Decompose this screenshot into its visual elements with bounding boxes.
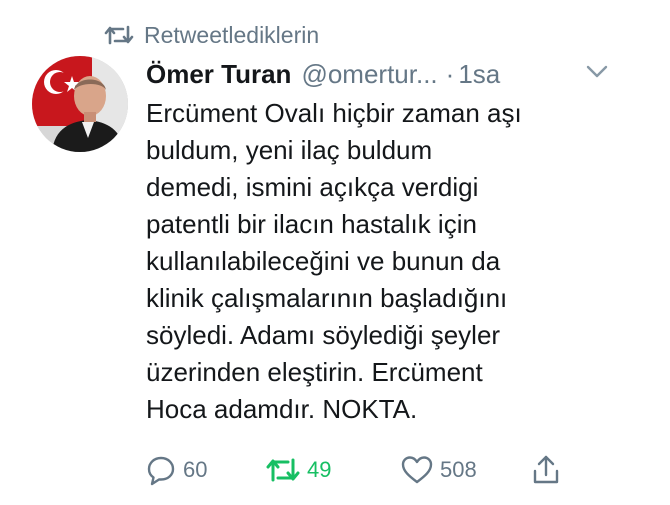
tweet-text-line: klinik çalışmalarının başladığını [146, 283, 508, 313]
tweet-text-line: buldum, yeni ilaç buldum [146, 135, 433, 165]
tweet[interactable]: Retweetlediklerin Ömer Turan @omertur...… [0, 0, 670, 505]
like-button[interactable]: 508 [400, 452, 477, 488]
retweet-context-label[interactable]: Retweetlediklerin [144, 22, 319, 49]
retweet-context: Retweetlediklerin [104, 20, 319, 50]
tweet-text-line: demedi, ismini açıkça verdigi [146, 172, 479, 202]
reply-icon [145, 454, 177, 486]
retweet-button[interactable]: 49 [265, 452, 331, 488]
tweet-actions: 60 49 508 [145, 452, 625, 488]
heart-icon [400, 454, 434, 486]
reply-count: 60 [183, 457, 208, 482]
reply-button[interactable]: 60 [145, 452, 207, 488]
tweet-text-line: kullanılabileceğini ve bunun da [146, 246, 501, 276]
author-handle[interactable]: @omertur... [301, 59, 437, 90]
author-name[interactable]: Ömer Turan [146, 59, 291, 90]
retweet-count: 49 [307, 457, 332, 482]
tweet-text-line: Hoca adamdır. NOKTA. [146, 394, 418, 424]
tweet-text-line: Ercüment Ovalı hiçbir zaman aşı [146, 98, 522, 128]
like-count: 508 [440, 457, 477, 482]
tweet-text-line: patentli bir ilacın hastalık için [146, 209, 477, 239]
share-icon [530, 453, 562, 487]
tweet-time[interactable]: 1sa [458, 59, 500, 90]
retweet-icon [265, 454, 301, 486]
tweet-header: Ömer Turan @omertur... · 1sa [146, 58, 616, 90]
retweet-icon [104, 23, 134, 47]
tweet-text-line: üzerinden eleştirin. Ercüment [146, 357, 483, 387]
tweet-text: Ercüment Ovalı hiçbir zaman aşı buldum, … [146, 95, 646, 428]
separator-dot: · [445, 58, 455, 89]
avatar[interactable] [32, 56, 128, 152]
chevron-down-icon[interactable] [585, 64, 609, 80]
share-button[interactable] [530, 452, 562, 488]
tweet-text-line: söyledi. Adamı söylediği şeyler [146, 320, 501, 350]
